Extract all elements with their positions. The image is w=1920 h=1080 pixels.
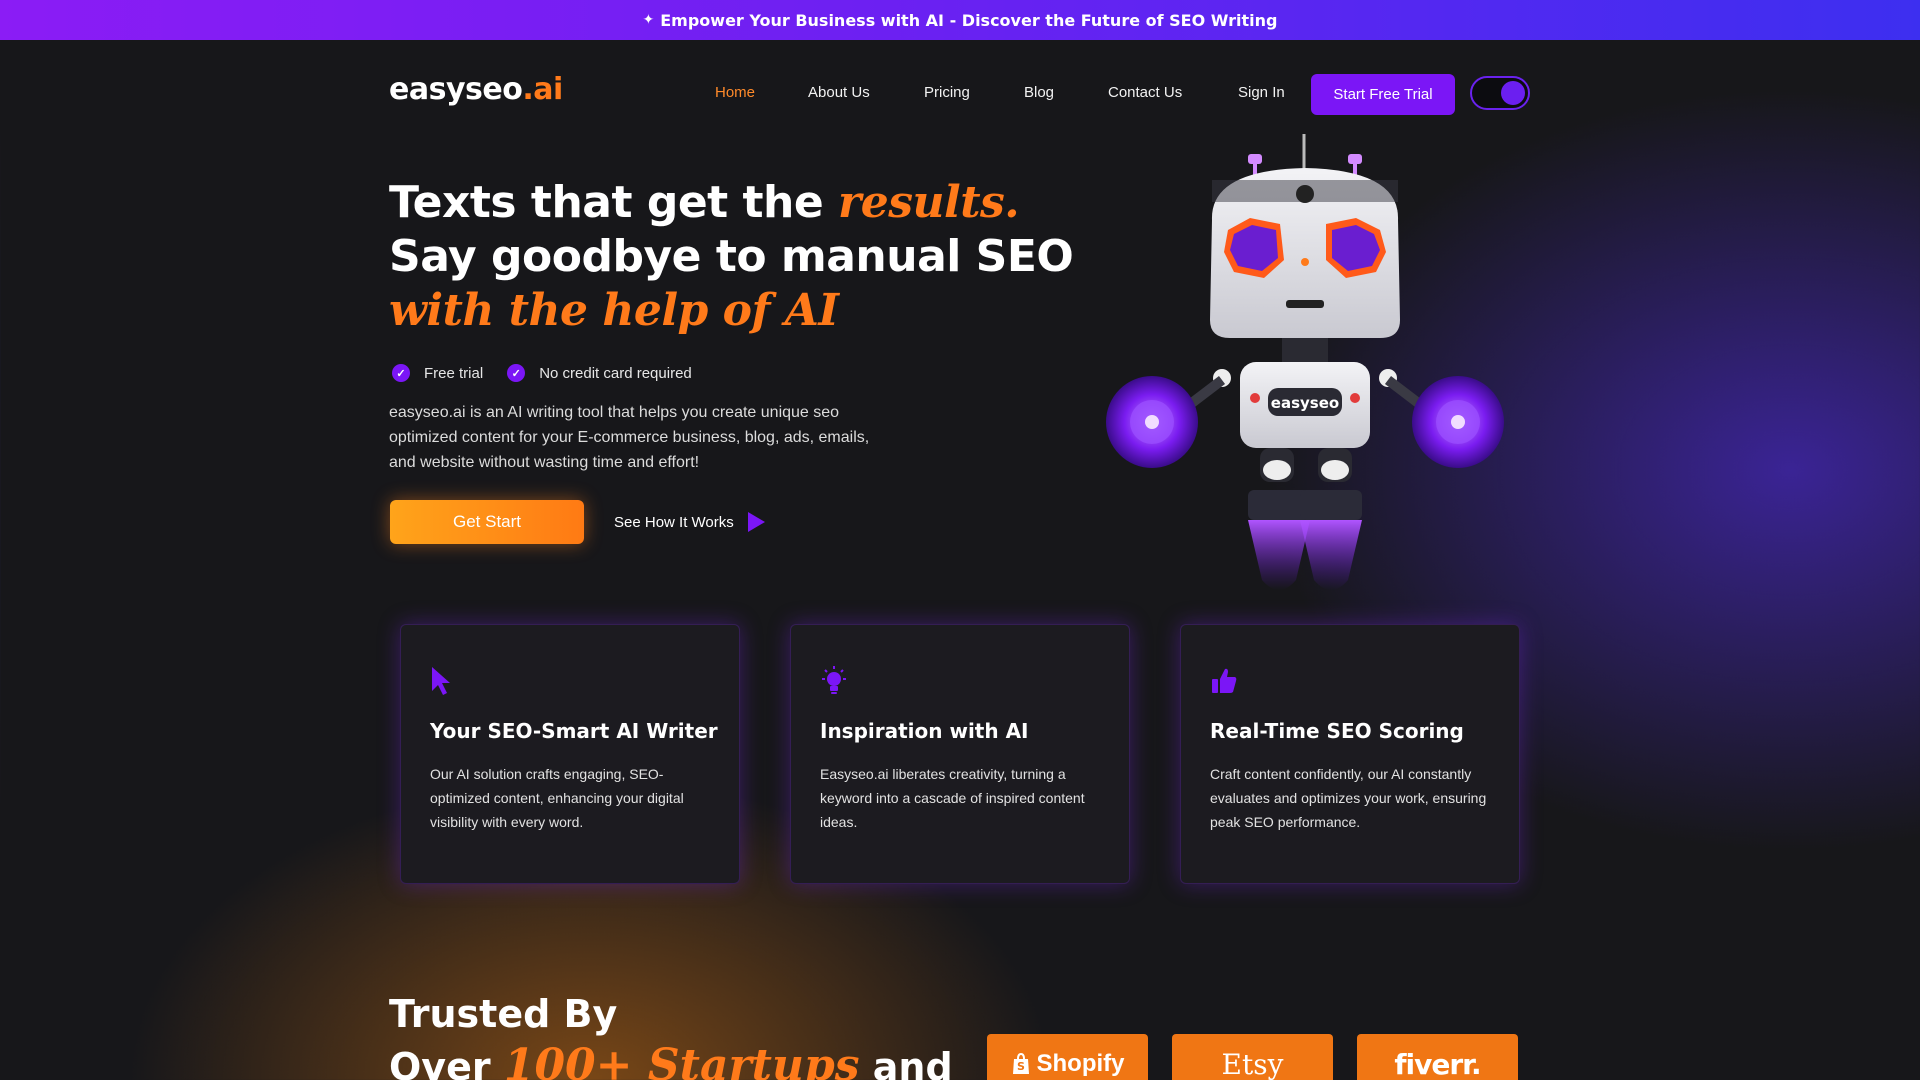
hero-title-highlight-1: results. bbox=[838, 177, 1020, 228]
nav-about-us[interactable]: About Us bbox=[808, 84, 870, 101]
brand-fiverr: fiverr. bbox=[1357, 1034, 1518, 1080]
shopping-bag-icon: S bbox=[1012, 1053, 1029, 1074]
brand-label: Shopify bbox=[1036, 1050, 1125, 1077]
cursor-icon bbox=[432, 667, 450, 695]
thumbs-up-icon bbox=[1212, 668, 1237, 693]
robot-badge: easyseo bbox=[1271, 394, 1339, 412]
feature-title: Real-Time SEO Scoring bbox=[1210, 719, 1464, 743]
logo-main: easyseo bbox=[389, 72, 523, 107]
brand-label: Etsy bbox=[1221, 1047, 1284, 1080]
nav-blog[interactable]: Blog bbox=[1024, 84, 1054, 101]
feature-card-inspiration: Inspiration with AI Easyseo.ai liberates… bbox=[790, 624, 1130, 884]
check-free-trial: ✓ Free trial bbox=[392, 364, 483, 382]
play-icon bbox=[747, 512, 765, 532]
brand-shopify: S Shopify bbox=[987, 1034, 1148, 1080]
checkmark-icon: ✓ bbox=[507, 364, 526, 382]
toggle-knob bbox=[1501, 81, 1525, 105]
hero-title-part1: Texts that get the bbox=[389, 177, 839, 228]
robot-illustration: easyseo bbox=[1106, 134, 1504, 590]
logo[interactable]: easyseo.ai bbox=[389, 72, 563, 107]
trusted-line2-post: and bbox=[859, 1045, 953, 1080]
hero-title-part2: Say goodbye to manual SEO bbox=[389, 231, 1074, 282]
trusted-highlight: 100+ Startups bbox=[503, 1040, 860, 1080]
trusted-heading: Trusted By Over 100+ Startups and bbox=[389, 988, 953, 1080]
hero-description: easyseo.ai is an AI writing tool that he… bbox=[389, 404, 870, 471]
announcement-banner[interactable]: ✦ Empower Your Business with AI - Discov… bbox=[0, 0, 1920, 40]
nav-contact-us[interactable]: Contact Us bbox=[1108, 84, 1182, 101]
feature-text: Our AI solution crafts engaging, SEO-opt… bbox=[430, 766, 684, 830]
check-no-credit-card: ✓ No credit card required bbox=[507, 364, 692, 382]
banner-text: Empower Your Business with AI - Discover… bbox=[660, 10, 1278, 30]
see-how-it-works-link[interactable]: See How It Works bbox=[614, 512, 765, 532]
hero-title: Texts that get the results. Say goodbye … bbox=[389, 176, 1089, 338]
nav-pricing[interactable]: Pricing bbox=[924, 84, 970, 101]
nav-home[interactable]: Home bbox=[715, 84, 755, 101]
lightbulb-icon bbox=[822, 666, 846, 694]
hero-title-highlight-2: with the help of AI bbox=[389, 285, 839, 336]
check-label: No credit card required bbox=[539, 364, 692, 382]
trusted-line2-pre: Over bbox=[389, 1045, 504, 1080]
brand-label: fiverr. bbox=[1394, 1047, 1481, 1080]
feature-title: Inspiration with AI bbox=[820, 719, 1029, 743]
hero-checks: ✓ Free trial ✓ No credit card required bbox=[392, 364, 692, 382]
feature-card-seo-writer: Your SEO-Smart AI Writer Our AI solution… bbox=[400, 624, 740, 884]
feature-title: Your SEO-Smart AI Writer bbox=[430, 719, 718, 743]
trusted-line2: Over 100+ Startups and bbox=[389, 1040, 953, 1080]
feature-text: Craft content confidently, our AI consta… bbox=[1210, 766, 1487, 830]
svg-text:S: S bbox=[1017, 1060, 1025, 1073]
logo-accent: .ai bbox=[522, 72, 563, 107]
checkmark-icon: ✓ bbox=[392, 364, 410, 382]
feature-text: Easyseo.ai liberates creativity, turning… bbox=[820, 766, 1085, 830]
theme-toggle[interactable] bbox=[1470, 76, 1530, 110]
start-free-trial-button[interactable]: Start Free Trial bbox=[1311, 74, 1455, 115]
get-start-button[interactable]: Get Start bbox=[390, 500, 584, 544]
check-label: Free trial bbox=[424, 364, 484, 382]
trusted-line1: Trusted By bbox=[389, 992, 618, 1036]
feature-card-seo-scoring: Real-Time SEO Scoring Craft content conf… bbox=[1180, 624, 1520, 884]
nav-sign-in[interactable]: Sign In bbox=[1238, 84, 1285, 101]
see-how-label: See How It Works bbox=[614, 513, 734, 531]
sparkle-icon: ✦ bbox=[642, 12, 655, 28]
brand-etsy: Etsy bbox=[1172, 1034, 1333, 1080]
